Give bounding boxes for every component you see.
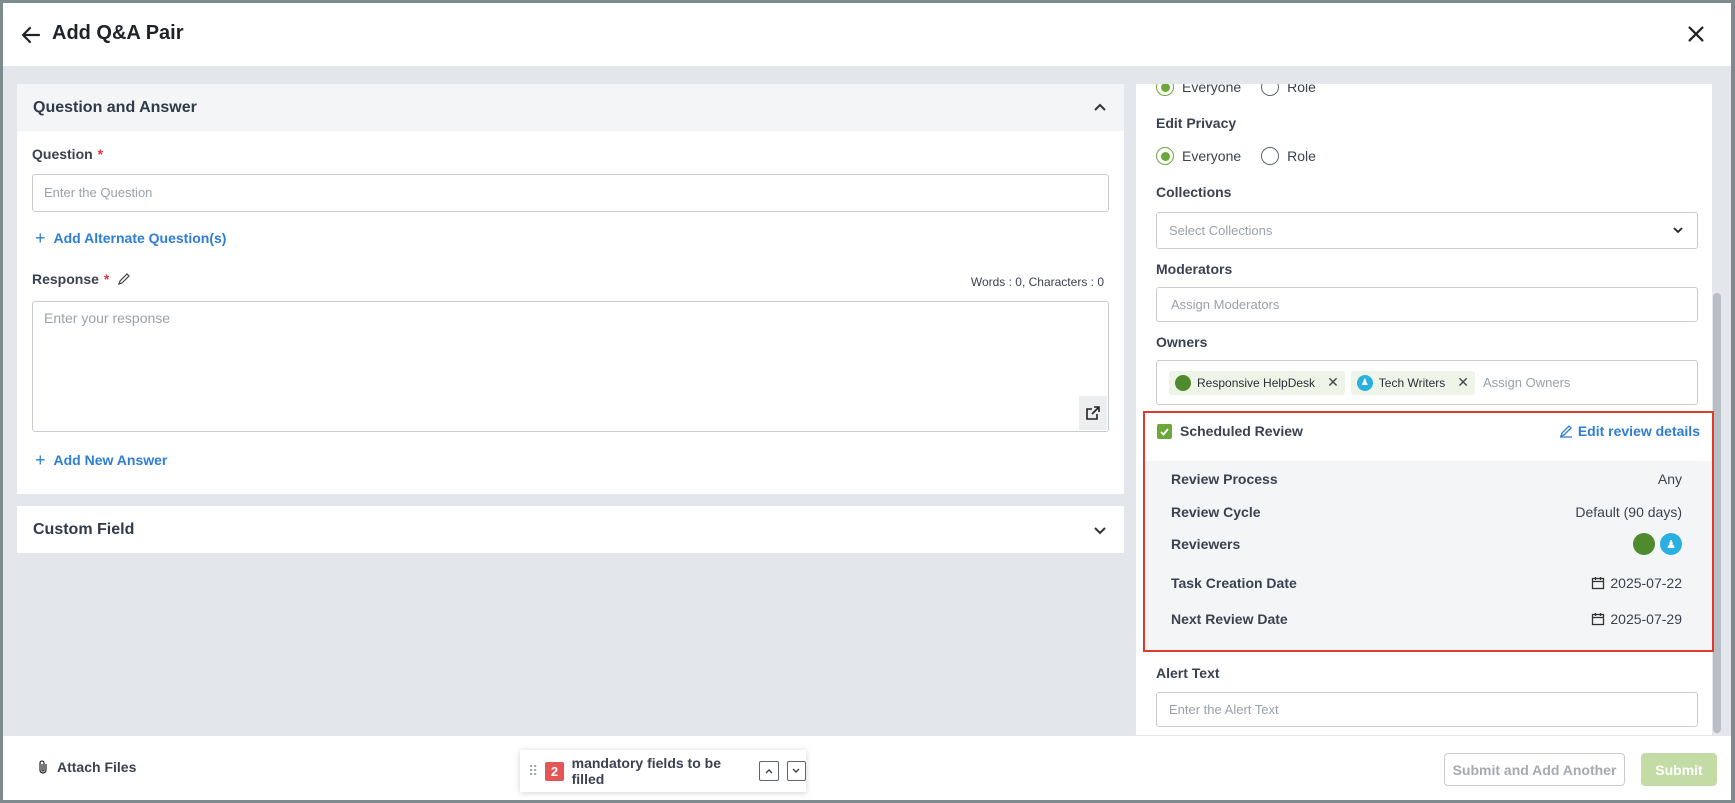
expand-editor-button[interactable] (1079, 396, 1107, 430)
back-arrow-icon[interactable] (19, 23, 43, 47)
scrollbar[interactable] (1713, 293, 1721, 733)
moderators-label: Moderators (1156, 261, 1233, 277)
drag-handle-icon[interactable]: ⠿ (528, 763, 538, 780)
task-creation-date-row: Task Creation Date 2025-07-22 (1171, 575, 1682, 591)
attach-files-button[interactable]: Attach Files (36, 759, 136, 775)
custom-field-section[interactable]: Custom Field (17, 506, 1124, 553)
chevron-down-icon[interactable] (1092, 522, 1108, 538)
previous-field-button[interactable] (759, 761, 779, 781)
radio-role[interactable] (1261, 147, 1280, 165)
pencil-icon[interactable] (117, 272, 131, 286)
footer-bar: Attach Files Submit and Add Another Subm… (3, 736, 1731, 800)
open-external-icon (1086, 406, 1100, 420)
add-alternate-question-link[interactable]: + Add Alternate Question(s) (35, 229, 226, 247)
reviewers-row: Reviewers ♟ (1171, 533, 1682, 555)
group-icon: ♟ (1660, 533, 1682, 555)
chevron-up-icon (765, 769, 773, 774)
review-cycle-row: Review Cycle Default (90 days) (1171, 504, 1682, 520)
page-title: Add Q&A Pair (52, 22, 184, 44)
chevron-down-icon (792, 768, 800, 773)
alert-text-label: Alert Text (1156, 665, 1220, 681)
chevron-up-icon[interactable] (1092, 100, 1108, 116)
add-new-answer-link[interactable]: + Add New Answer (35, 451, 167, 469)
response-textarea[interactable]: Enter your response (32, 301, 1109, 432)
owners-label: Owners (1156, 334, 1208, 350)
collections-label: Collections (1156, 184, 1232, 200)
scheduled-review-toggle[interactable]: Scheduled Review (1157, 423, 1303, 439)
reviewer-avatars: ♟ (1633, 533, 1682, 555)
moderators-input[interactable]: Assign Moderators (1156, 287, 1698, 322)
radio-everyone[interactable] (1156, 84, 1174, 96)
pencil-icon (1559, 425, 1572, 438)
calendar-icon (1592, 613, 1605, 626)
remove-icon[interactable]: ✕ (1327, 374, 1339, 391)
custom-field-title: Custom Field (33, 520, 135, 538)
qa-section-title: Question and Answer (33, 98, 197, 116)
submit-button[interactable]: Submit (1641, 753, 1717, 786)
review-process-row: Review Process Any (1171, 471, 1682, 487)
word-count: Words : 0, Characters : 0 (970, 275, 1104, 289)
checkbox-checked-icon[interactable] (1157, 423, 1172, 439)
close-icon[interactable] (1685, 23, 1707, 45)
owner-chip: Responsive HelpDesk ✕ (1169, 370, 1345, 395)
add-qa-modal: Add Q&A Pair Question and Answer Questio… (3, 3, 1731, 800)
next-review-date-row: Next Review Date 2025-07-29 (1171, 611, 1682, 627)
next-field-button[interactable] (786, 761, 807, 781)
paperclip-icon (39, 760, 47, 774)
review-details: Review Process Any Review Cycle Default (9… (1145, 461, 1712, 650)
avatar (1633, 533, 1655, 555)
collections-select[interactable]: Select Collections (1156, 212, 1698, 249)
chevron-down-icon (1673, 227, 1683, 234)
plus-icon: + (35, 228, 46, 248)
question-label: Question * (32, 146, 104, 162)
edit-privacy-options: Everyone Role (1156, 147, 1316, 165)
response-label: Response * (32, 271, 131, 287)
radio-role[interactable] (1261, 84, 1280, 96)
mandatory-fields-bar: ⠿ 2 mandatory fields to be filled (520, 750, 807, 792)
question-input[interactable]: Enter the Question (32, 174, 1109, 212)
edit-privacy-label: Edit Privacy (1156, 115, 1237, 131)
avatar (1175, 374, 1191, 391)
qa-section-header[interactable]: Question and Answer (17, 84, 1124, 131)
owner-chip: ♟ Tech Writers ✕ (1350, 370, 1475, 395)
owners-input[interactable]: Responsive HelpDesk ✕ ♟ Tech Writers ✕ Assi… (1156, 360, 1698, 405)
owners-placeholder: Assign Owners (1483, 375, 1571, 390)
radio-everyone[interactable] (1156, 147, 1174, 165)
group-icon: ♟ (1356, 374, 1373, 391)
alert-text-input[interactable]: Enter the Alert Text (1156, 692, 1698, 727)
scheduled-review-box: Scheduled Review Edit review details Rev… (1143, 411, 1714, 652)
remove-icon[interactable]: ✕ (1457, 374, 1469, 391)
question-answer-section: Question and Answer Question * Enter the … (17, 84, 1124, 494)
mandatory-text: mandatory fields to be filled (571, 755, 721, 787)
mandatory-count-badge: 2 (545, 761, 564, 781)
modal-header: Add Q&A Pair (3, 3, 1731, 66)
submit-and-add-another-button[interactable]: Submit and Add Another (1444, 753, 1625, 786)
plus-icon: + (35, 450, 46, 470)
edit-review-details-link[interactable]: Edit review details (1559, 423, 1700, 439)
calendar-icon (1592, 577, 1605, 590)
view-privacy-options: Everyone Role (1156, 84, 1316, 96)
